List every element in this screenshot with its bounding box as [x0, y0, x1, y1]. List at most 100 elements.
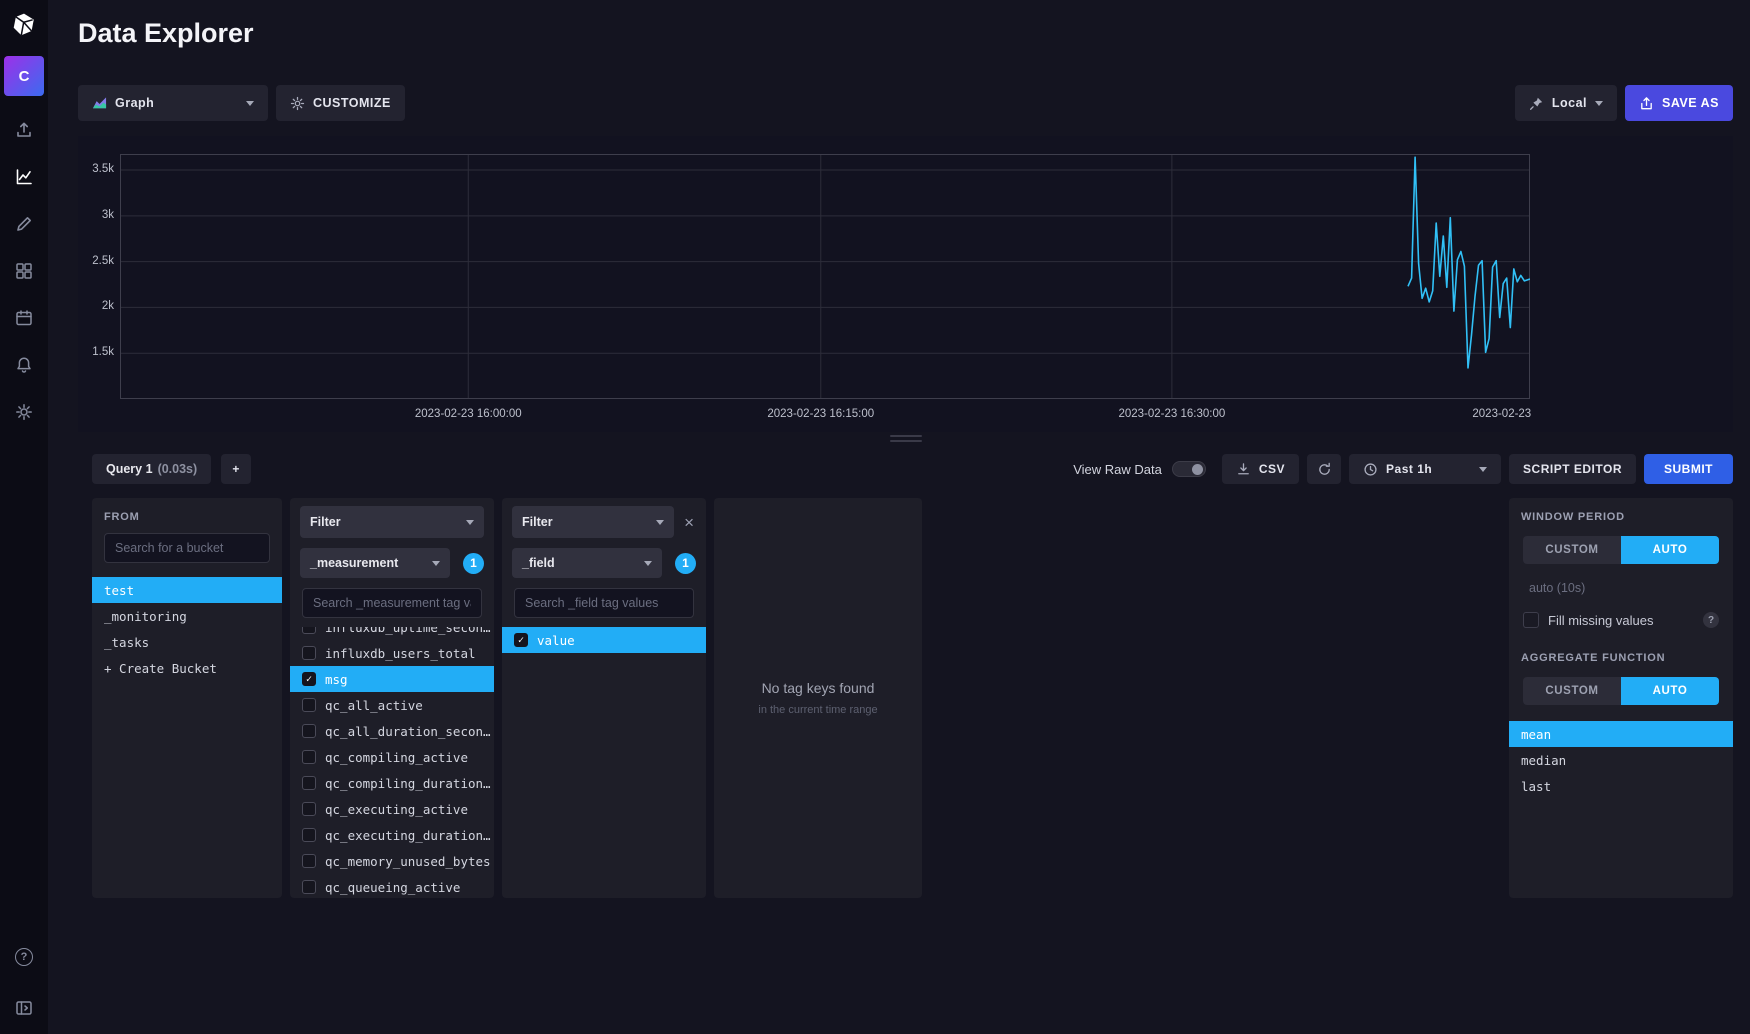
- submit-button[interactable]: SUBMIT: [1644, 454, 1733, 484]
- filter-type-dropdown[interactable]: Filter: [300, 506, 484, 538]
- aggregate-function-item[interactable]: mean: [1509, 721, 1733, 747]
- aggregate-segmented: CUSTOM AUTO: [1523, 677, 1719, 705]
- aggregate-auto-button[interactable]: AUTO: [1621, 677, 1719, 705]
- view-raw-data-toggle[interactable]: [1172, 461, 1206, 477]
- measurement-item[interactable]: qc_executing_active: [290, 796, 494, 822]
- field-list-viewport[interactable]: ✓ value: [502, 627, 706, 898]
- field-item[interactable]: ✓ value: [502, 627, 706, 653]
- save-as-label: SAVE AS: [1662, 96, 1719, 110]
- measurement-item[interactable]: qc_memory_unused_bytes: [290, 848, 494, 874]
- field-search-input[interactable]: [514, 588, 694, 618]
- window-auto-button[interactable]: AUTO: [1621, 536, 1719, 564]
- measurement-filter-panel: Filter _measurement 1 influxdb_uptime_se…: [290, 498, 494, 898]
- measurement-item[interactable]: qc_all_active: [290, 692, 494, 718]
- y-axis-label: 1.5k: [78, 346, 114, 358]
- resize-handle[interactable]: [78, 435, 1733, 444]
- window-custom-button[interactable]: CUSTOM: [1523, 536, 1621, 564]
- field-item-label: value: [537, 633, 575, 648]
- bucket-search-input[interactable]: [104, 533, 270, 563]
- nav-bottom: ?: [14, 948, 34, 1018]
- bucket-list-item[interactable]: test: [92, 577, 282, 603]
- alerts-bell-icon[interactable]: [14, 355, 34, 375]
- pin-icon: [1529, 96, 1544, 111]
- customize-label: CUSTOMIZE: [313, 96, 391, 110]
- query-controls-right: View Raw Data CSV Pas: [1073, 454, 1733, 484]
- area-chart-icon: [92, 96, 107, 111]
- measurement-item[interactable]: qc_compiling_active: [290, 744, 494, 770]
- measurement-item[interactable]: qc_queueing_active: [290, 874, 494, 898]
- org-avatar[interactable]: C: [4, 56, 44, 96]
- tag-keys-empty-panel: No tag keys found in the current time ra…: [714, 498, 922, 898]
- selected-count-badge: 1: [675, 553, 696, 574]
- add-query-button[interactable]: +: [221, 454, 251, 484]
- checkbox-icon[interactable]: [302, 750, 316, 764]
- checkbox-icon[interactable]: [302, 854, 316, 868]
- measurement-item-label: msg: [325, 672, 348, 687]
- checkbox-icon[interactable]: [302, 776, 316, 790]
- question-mark-icon[interactable]: ?: [1703, 612, 1719, 628]
- upload-icon[interactable]: [14, 120, 34, 140]
- local-label: Local: [1552, 96, 1587, 110]
- checkbox-icon[interactable]: [302, 724, 316, 738]
- dashboards-icon[interactable]: [14, 261, 34, 281]
- aggregate-function-item[interactable]: last: [1509, 773, 1733, 799]
- checkbox-icon[interactable]: [302, 627, 316, 634]
- notebooks-icon[interactable]: [14, 214, 34, 234]
- settings-gear-icon[interactable]: [14, 402, 34, 422]
- time-range-dropdown[interactable]: Past 1h: [1349, 454, 1501, 484]
- chevron-down-icon: [432, 561, 440, 566]
- bucket-list-item[interactable]: _tasks: [92, 629, 282, 655]
- measurement-item[interactable]: influxdb_uptime_secon…: [290, 627, 494, 640]
- close-icon[interactable]: ×: [682, 514, 696, 531]
- filter-type-dropdown[interactable]: Filter: [512, 506, 674, 538]
- field-filter-panel: Filter × _field 1 ✓ value: [502, 498, 706, 898]
- measurement-item[interactable]: qc_executing_duration…: [290, 822, 494, 848]
- refresh-button[interactable]: [1307, 454, 1341, 484]
- checkbox-icon[interactable]: [302, 880, 316, 894]
- create-bucket-button[interactable]: + Create Bucket: [92, 655, 282, 681]
- checkbox-icon[interactable]: [302, 698, 316, 712]
- series-value-line: [1408, 157, 1530, 368]
- expand-nav-icon[interactable]: [14, 998, 34, 1018]
- fill-missing-checkbox[interactable]: [1523, 612, 1539, 628]
- checkbox-icon[interactable]: [302, 828, 316, 842]
- export-icon: [1639, 96, 1654, 111]
- csv-button[interactable]: CSV: [1222, 454, 1299, 484]
- help-icon[interactable]: ?: [15, 948, 33, 966]
- checkbox-checked-icon[interactable]: ✓: [514, 633, 528, 647]
- influxdb-logo-icon[interactable]: [11, 12, 37, 38]
- tag-key-dropdown[interactable]: _field: [512, 548, 662, 578]
- measurement-search-input[interactable]: [302, 588, 482, 618]
- checkbox-icon[interactable]: [302, 646, 316, 660]
- query-builder: FROM test_monitoring_tasks+ Create Bucke…: [92, 498, 1733, 898]
- tag-key-dropdown[interactable]: _measurement: [300, 548, 450, 578]
- aggregate-custom-button[interactable]: CUSTOM: [1523, 677, 1621, 705]
- measurement-item[interactable]: influxdb_users_total: [290, 640, 494, 666]
- script-editor-button[interactable]: SCRIPT EDITOR: [1509, 454, 1636, 484]
- measurement-item[interactable]: qc_compiling_duration…: [290, 770, 494, 796]
- aggregate-function-item[interactable]: median: [1509, 747, 1733, 773]
- field-list: ✓ value: [502, 627, 706, 653]
- visualization-type-dropdown[interactable]: Graph: [78, 85, 268, 121]
- measurement-item[interactable]: ✓ msg: [290, 666, 494, 692]
- data-explorer-icon[interactable]: [14, 167, 34, 187]
- checkbox-icon[interactable]: [302, 802, 316, 816]
- measurement-item[interactable]: qc_all_duration_secon…: [290, 718, 494, 744]
- checkbox-checked-icon[interactable]: ✓: [302, 672, 316, 686]
- toggle-knob: [1192, 464, 1203, 475]
- variables-scope-dropdown[interactable]: Local: [1515, 85, 1617, 121]
- view-raw-data-label: View Raw Data: [1073, 462, 1162, 477]
- measurement-item-label: qc_compiling_duration…: [325, 776, 491, 791]
- measurement-list-viewport[interactable]: influxdb_uptime_secon…influxdb_users_tot…: [290, 627, 494, 898]
- save-as-button[interactable]: SAVE AS: [1625, 85, 1733, 121]
- query-tab[interactable]: Query 1 (0.03s): [92, 454, 211, 484]
- tasks-calendar-icon[interactable]: [14, 308, 34, 328]
- aggregate-function-heading: AGGREGATE FUNCTION: [1521, 652, 1721, 664]
- timeseries-plot[interactable]: [120, 154, 1530, 399]
- chevron-down-icon: [1479, 467, 1487, 472]
- chevron-down-icon: [466, 520, 474, 525]
- main-content: Data Explorer Graph CUSTOMIZE: [48, 0, 1750, 1034]
- bucket-list-item[interactable]: _monitoring: [92, 603, 282, 629]
- customize-button[interactable]: CUSTOMIZE: [276, 85, 405, 121]
- measurement-list: influxdb_uptime_secon…influxdb_users_tot…: [290, 627, 494, 898]
